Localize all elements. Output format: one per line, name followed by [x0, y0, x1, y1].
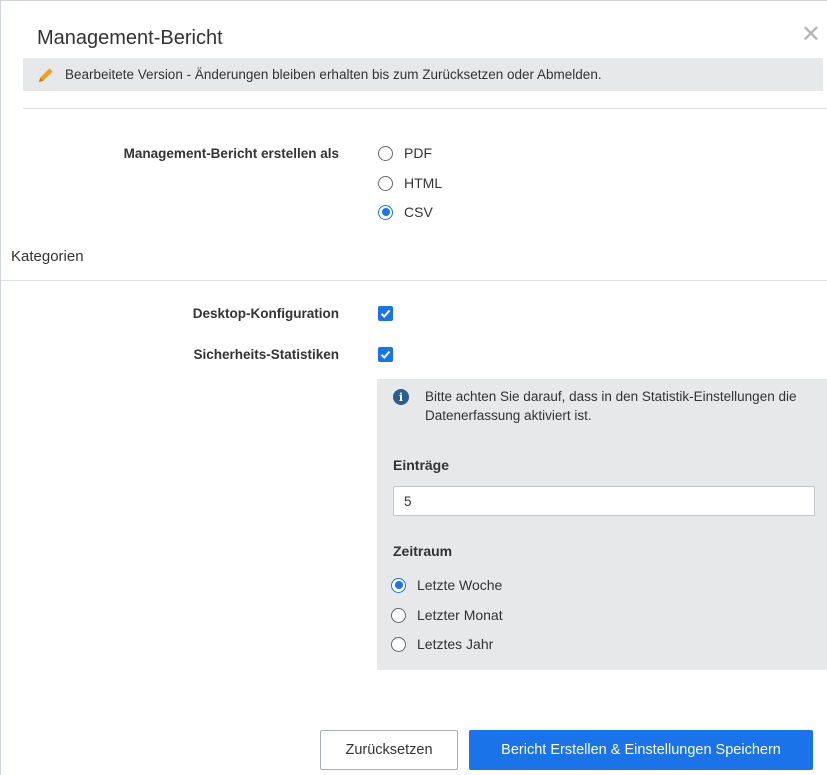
edited-version-notice: Bearbeitete Version - Änderungen bleiben… — [23, 58, 823, 91]
format-label: Management-Bericht erstellen als — [123, 146, 339, 161]
radio-button[interactable] — [378, 175, 393, 191]
radio-format-pdf[interactable]: PDF — [378, 145, 432, 161]
checkbox-desktop-configuration[interactable] — [378, 306, 393, 321]
radio-period-last-week[interactable]: Letzte Woche — [391, 577, 502, 593]
radio-format-html[interactable]: HTML — [378, 175, 442, 191]
divider — [23, 108, 827, 109]
radio-label: CSV — [404, 204, 433, 220]
radio-button[interactable] — [391, 607, 406, 623]
radio-label: Letzter Monat — [417, 607, 503, 623]
radio-period-last-year[interactable]: Letztes Jahr — [391, 636, 493, 652]
radio-period-last-month[interactable]: Letzter Monat — [391, 607, 503, 623]
period-label: Zeitraum — [393, 543, 453, 559]
close-icon[interactable]: ✕ — [801, 23, 821, 47]
radio-button[interactable] — [378, 204, 393, 220]
entries-label: Einträge — [393, 457, 450, 473]
checkmark-icon — [380, 350, 391, 359]
notice-text: Bearbeitete Version - Änderungen bleiben… — [65, 67, 602, 82]
radio-button[interactable] — [391, 577, 406, 593]
category-label-security: Sicherheits-Statistiken — [193, 347, 339, 362]
info-text: Bitte achten Sie darauf, dass in den Sta… — [425, 389, 797, 423]
dialog-title: Management-Bericht — [37, 27, 223, 49]
radio-button[interactable] — [378, 145, 393, 161]
radio-format-csv[interactable]: CSV — [378, 204, 433, 220]
pencil-icon — [37, 66, 55, 84]
radio-label: PDF — [404, 145, 432, 161]
management-report-dialog: Management-Bericht ✕ Bearbeitete Version… — [0, 0, 827, 775]
category-label-desktop: Desktop-Konfiguration — [192, 306, 339, 321]
checkbox-security-statistics[interactable] — [378, 347, 393, 362]
security-statistics-panel: i Bitte achten Sie darauf, dass in den S… — [377, 379, 827, 670]
radio-button[interactable] — [391, 636, 406, 652]
create-report-save-settings-button[interactable]: Bericht Erstellen & Einstellungen Speich… — [469, 730, 813, 770]
categories-heading: Kategorien — [11, 248, 84, 265]
radio-label: HTML — [404, 175, 443, 191]
divider — [1, 280, 827, 281]
info-icon: i — [393, 389, 409, 405]
entries-input[interactable]: 5 — [393, 486, 815, 516]
checkmark-icon — [380, 309, 391, 318]
reset-button[interactable]: Zurücksetzen — [320, 730, 458, 770]
radio-label: Letzte Woche — [417, 577, 503, 593]
radio-label: Letztes Jahr — [417, 636, 494, 652]
